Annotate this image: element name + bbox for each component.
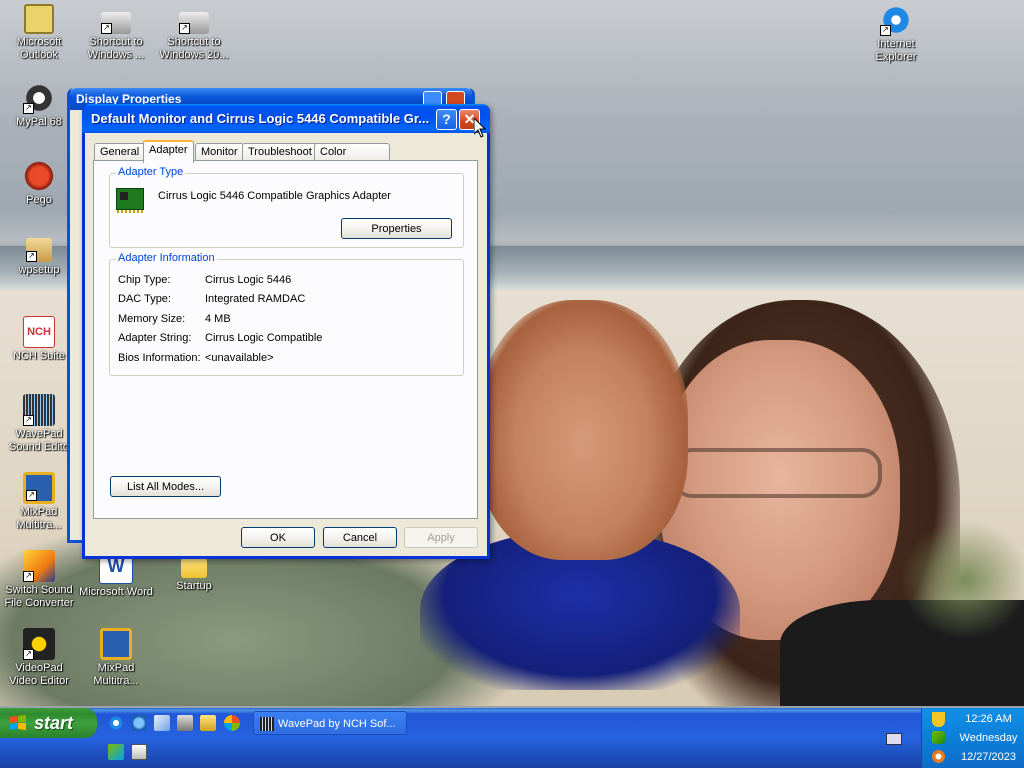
desktop-icon-mixpad[interactable]: ↗ MixPad Multitra... — [1, 472, 77, 532]
shortcut-arrow-icon: ↗ — [23, 415, 34, 426]
nch-suite-icon: NCH — [23, 316, 55, 348]
cancel-button[interactable]: Cancel — [323, 527, 397, 548]
shortcut-arrow-icon: ↗ — [179, 23, 190, 34]
update-icon[interactable] — [932, 731, 945, 744]
adapter-information-group: Adapter Information Chip Type: Cirrus Lo… — [109, 252, 464, 376]
adapter-type-legend: Adapter Type — [116, 166, 186, 178]
properties-button[interactable]: Properties — [341, 218, 452, 239]
mixpad-2-icon — [100, 628, 132, 660]
desktop-icon-shortcut-windows[interactable]: ↗ Shortcut to Windows ... — [78, 8, 154, 62]
mouse-cursor-icon — [474, 118, 486, 138]
start-button[interactable]: start — [0, 708, 97, 738]
clock-day[interactable]: Wednesday — [952, 732, 1024, 744]
shortcut-arrow-icon: ↗ — [880, 25, 891, 36]
desktop-icon-shortcut-windows-20[interactable]: ↗ Shortcut to Windows 20... — [156, 8, 232, 62]
start-label: start — [34, 713, 74, 733]
task-button-label: WavePad by NCH Sof... — [278, 718, 396, 730]
quicklaunch-media-icon[interactable] — [131, 715, 147, 731]
adapter-string-value: Cirrus Logic Compatible — [205, 332, 323, 344]
title-bar[interactable]: Default Monitor and Cirrus Logic 5446 Co… — [82, 104, 490, 133]
mypal-icon: ↗ — [23, 82, 55, 114]
memory-size-label: Memory Size: — [118, 313, 186, 325]
wallpaper-glasses — [672, 448, 882, 498]
bios-information-label: Bios Information: — [118, 352, 201, 364]
shortcut-windows-20-icon: ↗ — [179, 12, 209, 34]
adapter-information-legend: Adapter Information — [116, 252, 217, 264]
quicklaunch-folder-icon[interactable] — [200, 715, 216, 731]
taskbar-button-wavepad[interactable]: WavePad by NCH Sof... — [253, 711, 407, 735]
security-shield-icon[interactable] — [932, 712, 945, 727]
shortcut-arrow-icon: ↗ — [26, 490, 37, 501]
shortcut-arrow-icon: ↗ — [23, 649, 34, 660]
memory-size-value: 4 MB — [205, 313, 231, 325]
shortcut-arrow-icon: ↗ — [23, 103, 34, 114]
shortcut-arrow-icon: ↗ — [23, 571, 34, 582]
quicklaunch-desktop-icon[interactable] — [131, 744, 147, 760]
wavepad-icon: ↗ — [23, 394, 55, 426]
tab-monitor[interactable]: Monitor — [195, 143, 244, 161]
bios-information-value: <unavailable> — [205, 352, 274, 364]
videopad-icon: ↗ — [23, 628, 55, 660]
clock-date[interactable]: 12/27/2023 — [952, 751, 1024, 763]
desktop-icon-wpsetup[interactable]: ↗ wpsetup — [1, 238, 77, 277]
adapter-properties-dialog[interactable]: Default Monitor and Cirrus Logic 5446 Co… — [82, 104, 490, 559]
graphics-adapter-icon — [116, 188, 144, 213]
desktop-icon-wavepad[interactable]: ↗ WavePad Sound Edito — [1, 394, 77, 454]
startup-folder-icon — [181, 558, 207, 578]
desktop-icon-outlook[interactable]: Microsoft Outlook — [1, 4, 77, 62]
keyboard-icon[interactable] — [886, 733, 902, 745]
list-all-modes-button[interactable]: List All Modes... — [110, 476, 221, 497]
shortcut-arrow-icon: ↗ — [26, 251, 37, 262]
desktop-icon-videopad[interactable]: ↗ VideoPad Video Editor — [1, 628, 77, 688]
mixpad-icon: ↗ — [23, 472, 55, 504]
shortcut-arrow-icon: ↗ — [101, 23, 112, 34]
apply-button[interactable]: Apply — [404, 527, 478, 548]
tab-general[interactable]: General — [94, 143, 146, 161]
quicklaunch-device-icon[interactable] — [177, 715, 193, 731]
desktop-icon-pego[interactable]: Pego — [1, 160, 77, 207]
adapter-name: Cirrus Logic 5446 Compatible Graphics Ad… — [158, 190, 391, 202]
tab-troubleshoot[interactable]: Troubleshoot — [242, 143, 318, 161]
wpsetup-icon: ↗ — [26, 238, 52, 262]
adapter-string-label: Adapter String: — [118, 332, 192, 344]
system-tray: 12:26 AM Wednesday 12/27/2023 — [921, 708, 1024, 768]
wavepad-task-icon — [260, 717, 274, 731]
dac-type-value: Integrated RAMDAC — [205, 293, 306, 305]
quicklaunch-app-icon[interactable] — [108, 744, 124, 760]
pego-icon — [23, 160, 55, 192]
wallpaper-child — [478, 300, 688, 560]
wallpaper-grass — [900, 520, 1024, 640]
windows-logo-icon — [10, 715, 26, 730]
adapter-tab-panel: Adapter Type Cirrus Logic 5446 Compatibl… — [93, 160, 478, 519]
internet-explorer-icon: ↗ — [880, 4, 912, 36]
desktop-icon-nch-suite[interactable]: NCH NCH Suite — [1, 316, 77, 363]
help-button[interactable]: ? — [436, 109, 457, 130]
tab-adapter[interactable]: Adapter — [143, 140, 194, 163]
desktop-icon-mixpad-2[interactable]: MixPad Multitra... — [78, 628, 154, 688]
adapter-type-group: Adapter Type Cirrus Logic 5446 Compatibl… — [109, 166, 464, 248]
dac-type-label: DAC Type: — [118, 293, 171, 305]
outlook-icon — [24, 4, 54, 34]
switch-icon: ↗ — [23, 550, 55, 582]
desktop-icon-mypal[interactable]: ↗ MyPal 68 — [1, 82, 77, 129]
quicklaunch-chrome-icon[interactable] — [224, 715, 240, 731]
desktop-icon-switch[interactable]: ↗ Switch Sound File Converter — [1, 550, 77, 610]
dialog-title: Default Monitor and Cirrus Logic 5446 Co… — [91, 111, 430, 126]
taskbar: start WavePad by NCH Sof... 12:26 AM Wed… — [0, 708, 1024, 768]
chip-type-label: Chip Type: — [118, 274, 171, 286]
quicklaunch-ie-icon[interactable] — [108, 715, 124, 731]
desktop-icon-internet-explorer[interactable]: ↗ Internet Explorer — [858, 4, 934, 64]
clock-time[interactable]: 12:26 AM — [952, 713, 1024, 725]
quicklaunch-network-icon[interactable] — [154, 715, 170, 731]
ok-button[interactable]: OK — [241, 527, 315, 548]
tab-color-management[interactable]: Color Management — [314, 143, 391, 175]
search-icon[interactable] — [932, 750, 945, 763]
chip-type-value: Cirrus Logic 5446 — [205, 274, 292, 286]
shortcut-windows-icon: ↗ — [101, 12, 131, 34]
